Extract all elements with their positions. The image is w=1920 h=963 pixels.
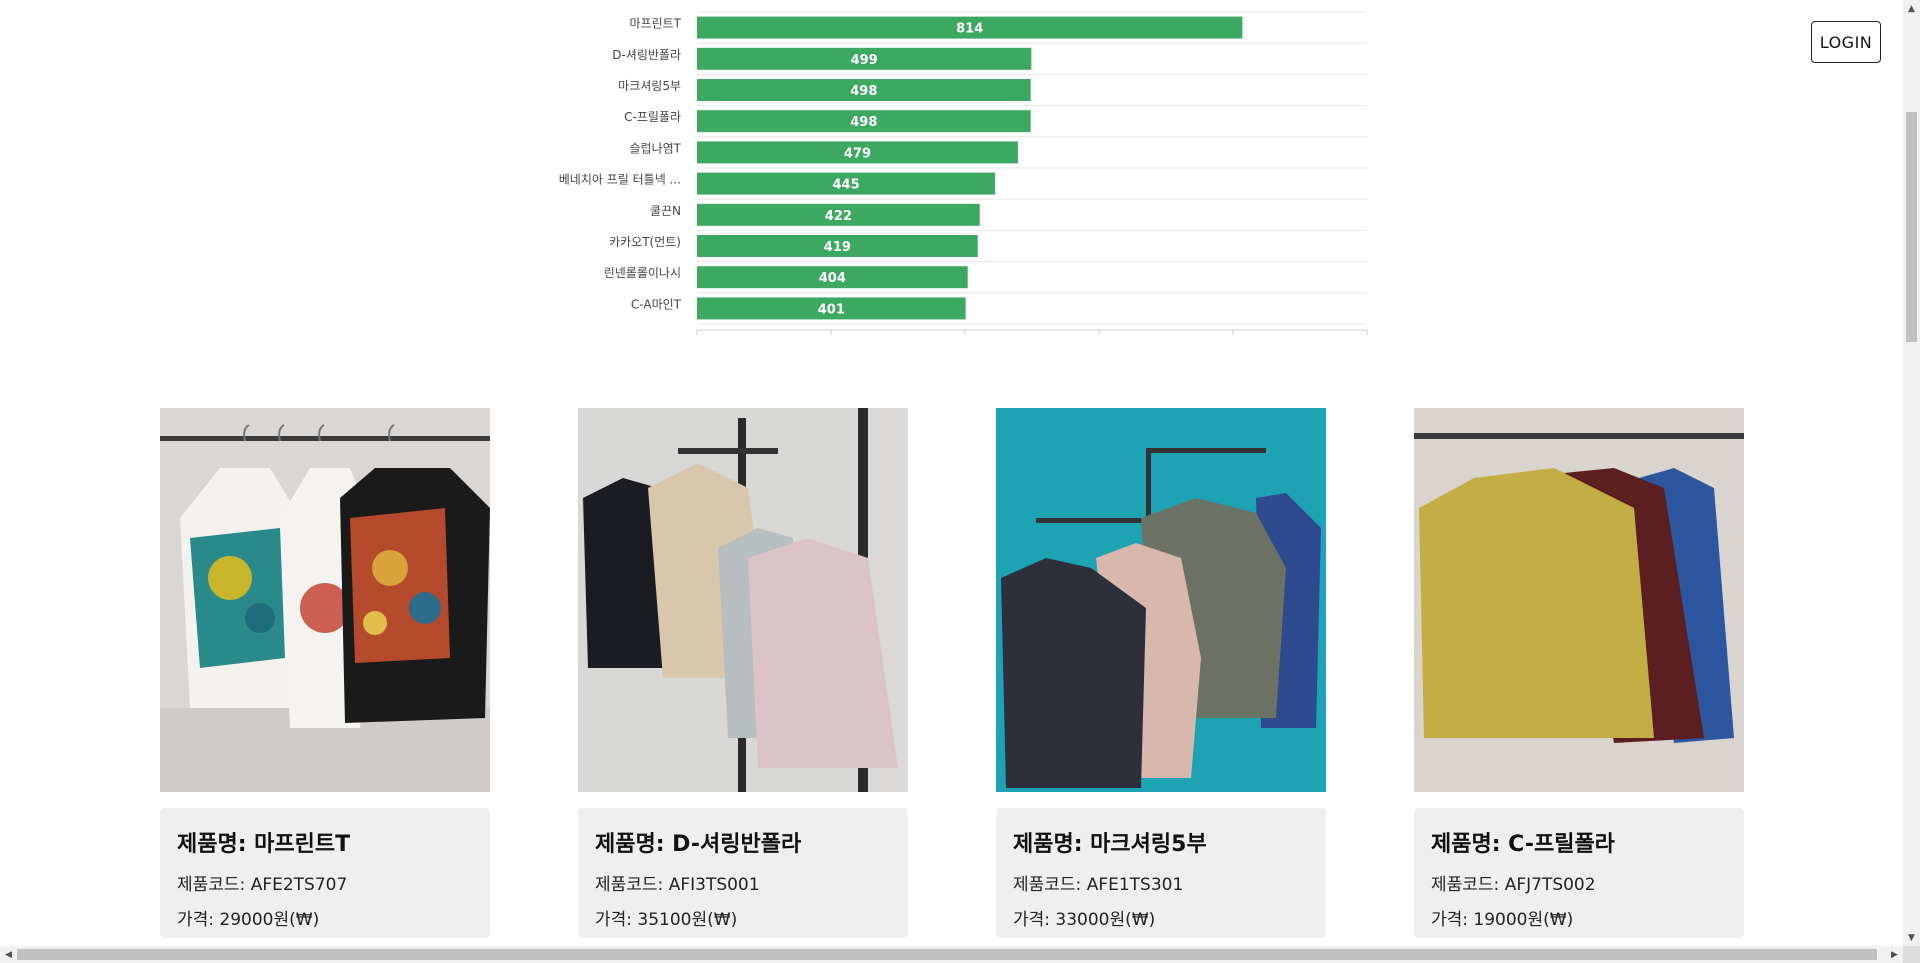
- y-tick-label: 마프린트T: [630, 17, 682, 31]
- product-card[interactable]: 제품명: 마프린트T 제품코드: AFE2TS707 가격: 29000원(₩): [160, 408, 490, 938]
- product-price: 가격: 33000원(₩): [1013, 910, 1156, 930]
- product-name: 제품명: 마크셔링5부: [1013, 832, 1207, 857]
- product-image[interactable]: [1414, 408, 1744, 792]
- product-info: 제품명: 마프린트T 제품코드: AFE2TS707 가격: 29000원(₩): [160, 808, 490, 938]
- vertical-scrollbar[interactable]: ▲ ▼: [1903, 0, 1920, 946]
- y-tick-label: C-A마인T: [631, 297, 682, 311]
- bar-value-label: 499: [851, 53, 878, 68]
- product-image[interactable]: [578, 408, 908, 792]
- bar-value-label: 479: [844, 146, 871, 161]
- y-tick-label: 쿨끈N: [650, 204, 681, 218]
- product-code: 제품코드: AFI3TS001: [595, 875, 760, 895]
- login-button[interactable]: LOGIN: [1811, 21, 1881, 63]
- product-name: 제품명: 마프린트T: [177, 832, 351, 857]
- bar-value-label: 498: [850, 115, 877, 130]
- product-code: 제품코드: AFE1TS301: [1013, 875, 1184, 895]
- product-info: 제품명: D-셔링반폴라 제품코드: AFI3TS001 가격: 35100원(…: [578, 808, 908, 938]
- product-price: 가격: 19000원(₩): [1431, 910, 1574, 930]
- y-tick-label: C-프릴폴라: [624, 110, 681, 124]
- y-tick-label: 베네치아 프릴 터틀넥 ...: [559, 173, 681, 187]
- y-tick-label: 마크셔링5부: [618, 79, 681, 93]
- bar-value-label: 401: [818, 302, 845, 317]
- y-tick-label: 슬럽나염T: [630, 141, 682, 155]
- scrollbar-corner: [1903, 946, 1920, 963]
- product-image[interactable]: [160, 408, 490, 792]
- scroll-right-icon[interactable]: ▶: [1886, 946, 1903, 963]
- product-code: 제품코드: AFJ7TS002: [1431, 875, 1596, 895]
- bar-value-label: 422: [825, 209, 852, 224]
- product-card[interactable]: 제품명: D-셔링반폴라 제품코드: AFI3TS001 가격: 35100원(…: [578, 408, 908, 938]
- product-card[interactable]: 제품명: C-프릴폴라 제품코드: AFJ7TS002 가격: 19000원(₩…: [1414, 408, 1744, 938]
- scroll-left-icon[interactable]: ◀: [0, 946, 17, 963]
- bar-value-label: 404: [819, 271, 846, 286]
- y-tick-label: 린넨롤롤이나시: [604, 266, 681, 280]
- product-info: 제품명: 마크셔링5부 제품코드: AFE1TS301 가격: 33000원(₩…: [996, 808, 1326, 938]
- bar-value-label: 419: [824, 240, 851, 255]
- horizontal-scroll-thumb[interactable]: [17, 949, 1877, 960]
- product-price: 가격: 29000원(₩): [177, 910, 320, 930]
- product-name: 제품명: C-프릴폴라: [1431, 832, 1615, 857]
- scroll-down-icon[interactable]: ▼: [1903, 929, 1920, 946]
- horizontal-scrollbar[interactable]: ◀ ▶: [0, 946, 1903, 963]
- product-info: 제품명: C-프릴폴라 제품코드: AFJ7TS002 가격: 19000원(₩…: [1414, 808, 1744, 938]
- bar-value-label: 498: [850, 84, 877, 99]
- product-card[interactable]: 제품명: 마크셔링5부 제품코드: AFE1TS301 가격: 33000원(₩…: [996, 408, 1326, 938]
- product-image[interactable]: [996, 408, 1326, 792]
- y-tick-label: 카카오T(먼트): [609, 235, 681, 249]
- product-grid: 제품명: 마프린트T 제품코드: AFE2TS707 가격: 29000원(₩)…: [0, 408, 1900, 938]
- bar-value-label: 814: [956, 22, 983, 37]
- y-tick-label: D-셔링반폴라: [612, 48, 681, 62]
- scroll-up-icon[interactable]: ▲: [1903, 0, 1920, 17]
- vertical-scroll-thumb[interactable]: [1906, 112, 1917, 342]
- product-price: 가격: 35100원(₩): [595, 910, 738, 930]
- sales-bar-chart: 814 마프린트T 499 D-셔링반폴라 498 마크셔링5부 498 C-프릴폴라 479 슬…: [559, 11, 1368, 335]
- product-name: 제품명: D-셔링반폴라: [595, 832, 802, 857]
- product-code: 제품코드: AFE2TS707: [177, 875, 348, 895]
- bar-value-label: 445: [833, 178, 860, 193]
